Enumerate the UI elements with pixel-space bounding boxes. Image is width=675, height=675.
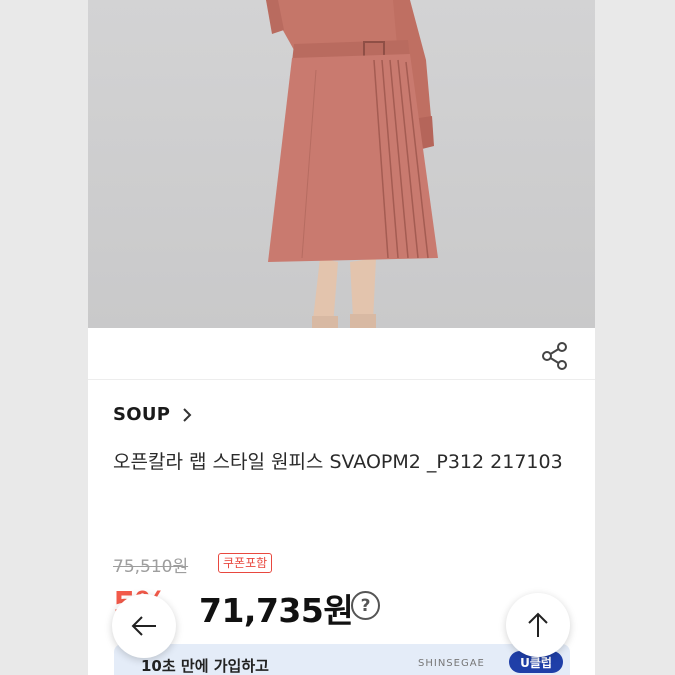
arrow-left-icon (131, 616, 156, 636)
scroll-top-button[interactable] (506, 593, 570, 657)
back-button[interactable] (112, 594, 176, 658)
chevron-right-icon (183, 407, 192, 422)
banner-brand: SHINSEGAE (418, 658, 485, 669)
banner-text: 10초 만에 가입하고 (141, 657, 269, 675)
background-left (0, 0, 88, 675)
product-title: 오픈칼라 랩 스타일 원피스 SVAOPM2 _P312 217103 (113, 451, 563, 473)
arrow-up-icon (528, 612, 548, 637)
divider (88, 379, 595, 380)
price-help-button[interactable]: ? (351, 591, 380, 620)
background-right (595, 0, 675, 675)
product-page: SOUP 오픈칼라 랩 스타일 원피스 SVAOPM2 _P312 217103… (88, 0, 595, 675)
product-image (88, 0, 595, 328)
original-price: 75,510원 (113, 557, 189, 577)
final-price: 71,735원 (199, 591, 354, 630)
share-button[interactable] (537, 338, 573, 374)
brand-link[interactable]: SOUP (113, 404, 192, 425)
dress-photo (266, 0, 438, 328)
coupon-badge: 쿠폰포함 (218, 553, 273, 573)
brand-name: SOUP (113, 404, 171, 425)
share-icon (542, 342, 567, 370)
membership-banner[interactable]: 10초 만에 가입하고 SHINSEGAE U클럽 (114, 644, 570, 675)
